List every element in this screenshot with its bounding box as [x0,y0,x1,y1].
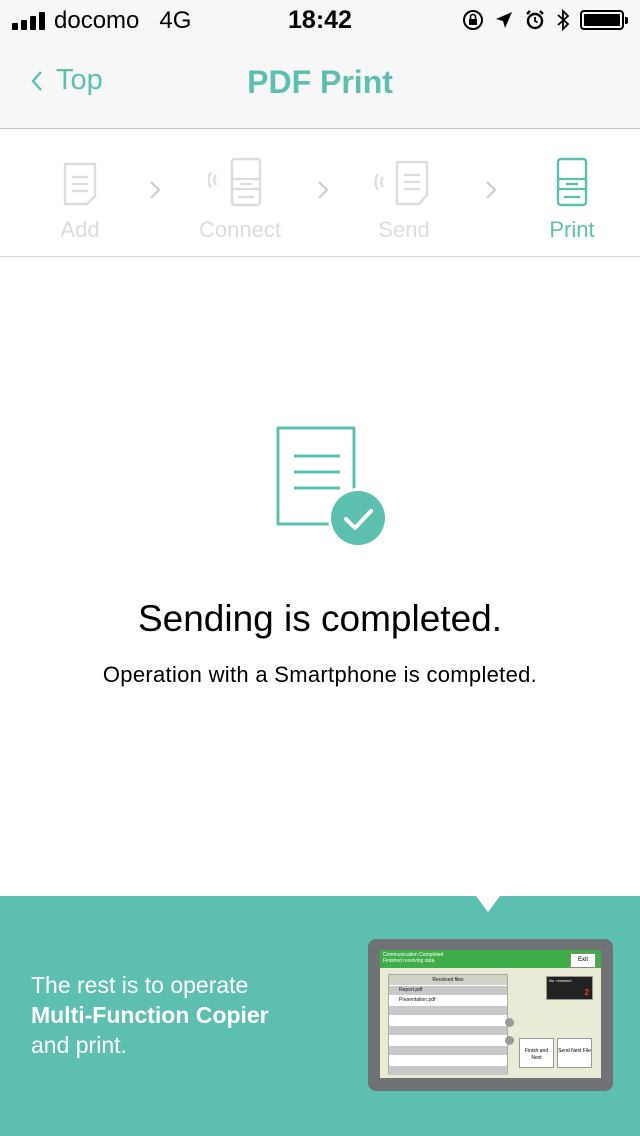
chevron-right-icon [150,181,161,199]
instruction-line-2: Multi-Function Copier [31,1002,269,1028]
page-title: PDF Print [247,64,393,100]
screen-empty-row [389,1035,507,1045]
step-add: Add [20,153,140,243]
document-wireless-icon [374,160,429,206]
screen-empty-row [389,1055,507,1065]
navigation-bar: Top PDF Print [0,40,640,129]
screen-counter-value: 2 [584,988,589,997]
screen-finish-button: Finish and Next [519,1038,554,1068]
completion-message: Operation with a Smartphone is completed… [102,662,538,687]
copier-screen: Communication Completed Finished receivi… [380,950,601,1078]
battery-icon [580,10,628,30]
instruction-line-1: The rest is to operate [31,972,249,998]
screen-file-row: Presentation.pdf [389,995,507,1005]
status-icons [462,6,628,34]
instruction-text: The rest is to operate Multi-Function Co… [31,970,269,1060]
step-indicator: Add Connect Send Print [0,129,640,257]
screen-file-list: Received files Report.pdf Presentation.p… [388,974,508,1075]
bluetooth-icon [557,8,570,32]
alarm-icon [526,10,544,30]
printer-wireless-icon [208,157,262,207]
step-send: Send [344,153,464,243]
screen-counter-label: No. received [549,978,572,983]
step-print: Print [512,153,632,243]
screen-empty-row [389,1005,507,1015]
step-connect: Connect [180,153,300,243]
screen-send-next-button: Send Next File [557,1038,592,1068]
step-label-send: Send [378,217,430,242]
step-label-connect: Connect [199,217,281,242]
chevron-right-icon [318,181,329,199]
printer-icon [556,157,588,207]
screen-scroll-up-icon [505,1018,514,1027]
screen-empty-row [389,1045,507,1055]
orientation-lock-icon [463,10,483,30]
document-check-icon [276,426,388,548]
document-icon [63,162,97,206]
screen-header: Communication Completed Finished receivi… [380,950,601,968]
instruction-line-3: and print. [31,1032,127,1058]
location-arrow-icon [496,12,512,28]
screen-file-row: Report.pdf [389,985,507,995]
screen-empty-row [389,1015,507,1025]
screen-list-header: Received files [389,975,507,985]
chevron-right-icon [486,181,497,199]
step-label-print: Print [549,217,595,242]
completion-title: Sending is completed. [137,598,503,639]
screen-exit-button: Exit [570,953,596,968]
screen-counter: No. received 2 [546,976,593,1000]
screen-scroll-down-icon [505,1036,514,1045]
copier-panel-illustration: Communication Completed Finished receivi… [368,939,613,1091]
screen-empty-row [389,1065,507,1075]
status-bar: docomo 4G 18:42 [0,0,640,40]
banner-notch [476,896,500,912]
screen-empty-row [389,1025,507,1035]
step-label-add: Add [60,217,100,242]
screen-header-subtitle: Finished receiving data [383,958,435,964]
